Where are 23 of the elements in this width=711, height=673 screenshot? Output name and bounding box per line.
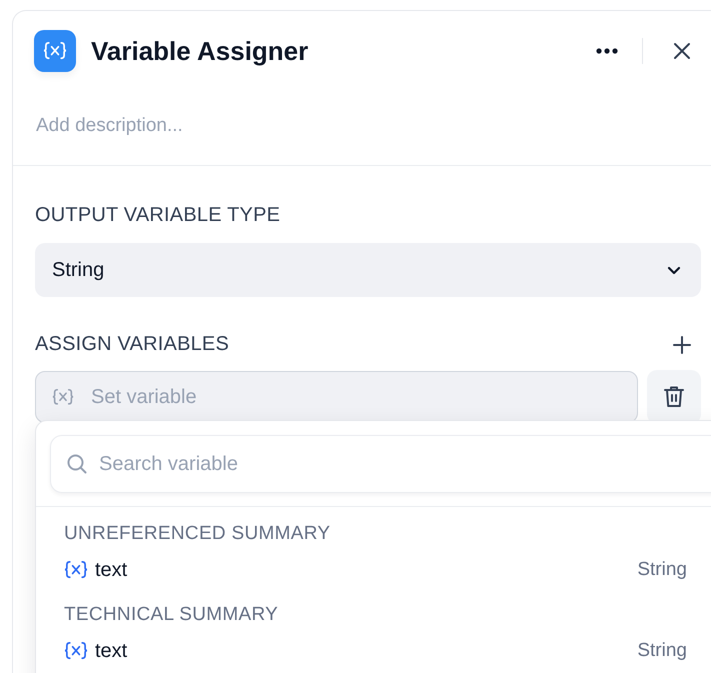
- variable-type: String: [637, 640, 687, 662]
- group-heading: UNREFERENCED SUMMARY: [63, 522, 332, 545]
- more-icon[interactable]: [596, 48, 618, 54]
- chevron-icon: [667, 266, 681, 274]
- variable-icon: [43, 41, 67, 61]
- variable-icon: [64, 560, 88, 580]
- group-heading: TECHNICAL SUMMARY: [63, 603, 280, 626]
- close-icon[interactable]: [673, 42, 691, 60]
- variable-field[interactable]: Set variable: [35, 371, 638, 423]
- section-label: ASSIGN VARIABLES: [35, 333, 230, 356]
- section-label: OUTPUT VARIABLE TYPE: [35, 204, 282, 227]
- variable-icon: [52, 388, 74, 406]
- type-select[interactable]: String: [35, 243, 701, 297]
- search-icon: [67, 454, 87, 474]
- variable-icon: [64, 641, 88, 661]
- add-icon[interactable]: [673, 336, 691, 354]
- trash-icon: [664, 386, 684, 408]
- search-field[interactable]: Search variable: [50, 435, 711, 493]
- variable-name: text: [95, 558, 128, 582]
- panel-title: Variable Assigner: [91, 36, 310, 66]
- description-field[interactable]: Add description...: [36, 115, 711, 139]
- variable-type: String: [637, 559, 687, 581]
- variable-name: text: [95, 640, 128, 662]
